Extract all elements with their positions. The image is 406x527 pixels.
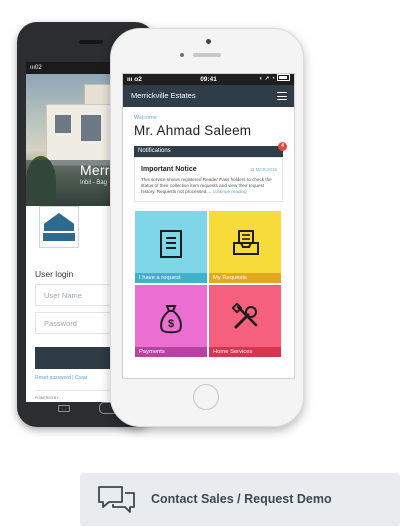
ios-status-bar: ııı o2 09:41 ◐ ➚ ◔ (123, 74, 294, 85)
estate-logo (39, 206, 79, 248)
notice-date: 11.MAR.2015 (249, 167, 277, 172)
iphone-mockup: ııı o2 09:41 ◐ ➚ ◔ Merrickville Estates … (110, 28, 304, 427)
back-nav-icon[interactable] (58, 405, 70, 412)
chat-bubbles-icon (98, 486, 135, 513)
user-name: Mr. Ahmad Saleem (134, 123, 252, 138)
app-navbar: Merrickville Estates (123, 85, 294, 107)
svg-text:$: $ (168, 318, 174, 330)
hero-subtitle: Inbil - Bag (80, 180, 108, 186)
logo-wordmark (43, 233, 75, 241)
powered-by: POWERED BY (35, 396, 59, 400)
tile-i-have-a-request[interactable]: I have a request (135, 211, 207, 283)
battery-icon (277, 74, 290, 81)
inbox-tray-icon (233, 230, 259, 255)
tile-home-services[interactable]: Home Services (209, 285, 281, 357)
house-window (81, 115, 101, 141)
welcome-label: Welcome (134, 115, 157, 121)
status-icons: ◐ ➚ ◔ (259, 74, 290, 85)
contact-sales-button[interactable]: Contact Sales / Request Demo (80, 473, 400, 526)
front-camera (206, 39, 211, 44)
tile-my-requests[interactable]: My Requests (209, 211, 281, 283)
iphone-home-button[interactable] (193, 384, 219, 410)
continue-reading-link[interactable]: continue reading (213, 189, 247, 194)
tools-icon (232, 303, 258, 329)
tile-payments[interactable]: $ Payments (135, 285, 207, 357)
status-glyphs: ◐ ➚ ◔ (259, 76, 275, 82)
house-window (55, 115, 71, 133)
house-lower (46, 104, 118, 166)
notice-title: Important Notice (141, 166, 197, 173)
contact-sales-label: Contact Sales / Request Demo (151, 492, 332, 506)
notice-body: This service shows registered Reader Pas… (141, 177, 276, 195)
tile-label: Payments (135, 347, 207, 357)
hamburger-menu-icon[interactable] (277, 92, 287, 100)
android-speaker (79, 40, 103, 44)
notice-text: This service shows registered Reader Pas… (141, 177, 272, 194)
iphone-screen: ııı o2 09:41 ◐ ➚ ◔ Merrickville Estates … (122, 73, 295, 379)
logo-house-shape (44, 213, 74, 231)
tile-label: Home Services (209, 347, 281, 357)
document-list-icon (160, 230, 182, 258)
app-title: Merrickville Estates (131, 91, 196, 100)
proximity-sensor (180, 53, 184, 57)
hero-brand-text: Merr (80, 162, 110, 178)
earpiece-speaker (193, 53, 221, 57)
login-links[interactable]: Reset password | Creat (35, 375, 87, 381)
notifications-header[interactable]: Notifications (134, 146, 283, 157)
notice-card[interactable]: Important Notice 11.MAR.2015 This servic… (134, 157, 283, 202)
login-heading: User login (35, 269, 74, 279)
notification-count-badge: 4 (278, 142, 287, 151)
tile-label: I have a request (135, 273, 207, 283)
money-bag-icon: $ (160, 305, 182, 334)
tile-label: My Requests (209, 273, 281, 283)
